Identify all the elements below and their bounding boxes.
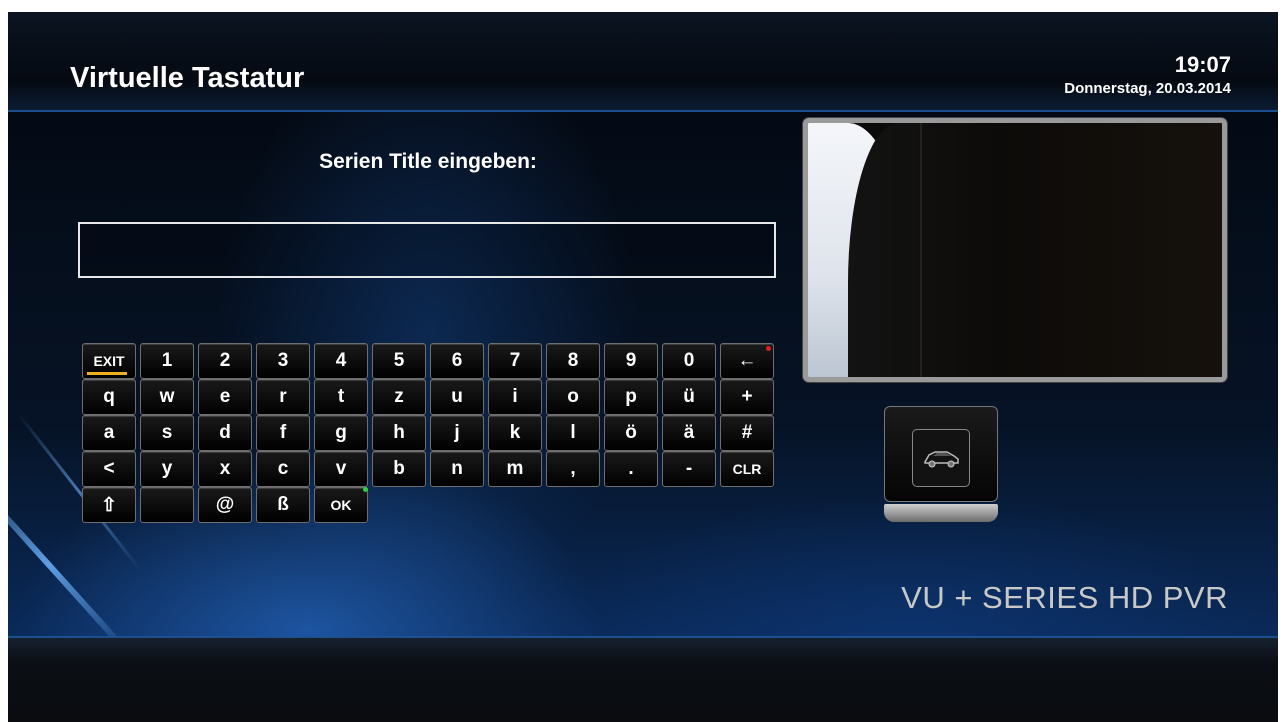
key-4[interactable]: 4 [314, 343, 368, 379]
key-less-than[interactable]: < [82, 451, 136, 487]
preview-scene [848, 123, 1222, 377]
key-d[interactable]: d [198, 415, 252, 451]
key-k[interactable]: k [488, 415, 542, 451]
key-l[interactable]: l [546, 415, 600, 451]
key-comma[interactable]: , [546, 451, 600, 487]
tv-preview [803, 118, 1227, 382]
date: Donnerstag, 20.03.2014 [1064, 80, 1231, 97]
key-0[interactable]: 0 [662, 343, 716, 379]
footer-bar [8, 636, 1278, 722]
preview-edge [920, 123, 922, 377]
key-n[interactable]: n [430, 451, 484, 487]
clear-key[interactable]: CLR [720, 451, 774, 487]
tv-screen: Virtuelle Tastatur 19:07 Donnerstag, 20.… [8, 12, 1278, 722]
key-o[interactable]: o [546, 379, 600, 415]
key-c[interactable]: c [256, 451, 310, 487]
key-z[interactable]: z [372, 379, 426, 415]
key-7[interactable]: 7 [488, 343, 542, 379]
key-5[interactable]: 5 [372, 343, 426, 379]
key-9[interactable]: 9 [604, 343, 658, 379]
page-title: Virtuelle Tastatur [70, 62, 305, 94]
key-ä[interactable]: ä [662, 415, 716, 451]
ok-key[interactable]: OK [314, 487, 368, 523]
car-icon [912, 429, 970, 487]
key-g[interactable]: g [314, 415, 368, 451]
key-hash[interactable]: # [720, 415, 774, 451]
key-ü[interactable]: ü [662, 379, 716, 415]
key-2[interactable]: 2 [198, 343, 252, 379]
key-f[interactable]: f [256, 415, 310, 451]
key-x[interactable]: x [198, 451, 252, 487]
badge-stand [884, 504, 998, 522]
key-y[interactable]: y [140, 451, 194, 487]
input-prompt: Serien Title eingeben: [319, 150, 537, 173]
key-i[interactable]: i [488, 379, 542, 415]
key-plus[interactable]: + [720, 379, 774, 415]
key-minus[interactable]: - [662, 451, 716, 487]
key-6[interactable]: 6 [430, 343, 484, 379]
key-r[interactable]: r [256, 379, 310, 415]
green-indicator-dot [363, 487, 368, 492]
shift-key[interactable]: ⇧ [82, 487, 136, 523]
brand-label: VU + SERIES HD PVR [901, 580, 1228, 615]
key-ö[interactable]: ö [604, 415, 658, 451]
key-t[interactable]: t [314, 379, 368, 415]
key-s[interactable]: s [140, 415, 194, 451]
key-period[interactable]: . [604, 451, 658, 487]
key-8[interactable]: 8 [546, 343, 600, 379]
series-title-input[interactable] [78, 222, 776, 278]
key-space[interactable] [140, 487, 194, 523]
key-e[interactable]: e [198, 379, 252, 415]
clock: 19:07 [1174, 52, 1231, 77]
key-q[interactable]: q [82, 379, 136, 415]
key-v[interactable]: v [314, 451, 368, 487]
header-bar: Virtuelle Tastatur 19:07 Donnerstag, 20.… [8, 12, 1278, 112]
key-p[interactable]: p [604, 379, 658, 415]
key-u[interactable]: u [430, 379, 484, 415]
exit-key[interactable]: EXIT [82, 343, 136, 379]
key-a[interactable]: a [82, 415, 136, 451]
key-b[interactable]: b [372, 451, 426, 487]
plugin-badge [884, 406, 998, 502]
key-h[interactable]: h [372, 415, 426, 451]
backspace-key[interactable]: ← [720, 343, 774, 379]
key-at[interactable]: @ [198, 487, 252, 523]
key-1[interactable]: 1 [140, 343, 194, 379]
key-m[interactable]: m [488, 451, 542, 487]
key-w[interactable]: w [140, 379, 194, 415]
key-j[interactable]: j [430, 415, 484, 451]
red-indicator-dot [766, 346, 771, 351]
key-ß[interactable]: ß [256, 487, 310, 523]
key-3[interactable]: 3 [256, 343, 310, 379]
